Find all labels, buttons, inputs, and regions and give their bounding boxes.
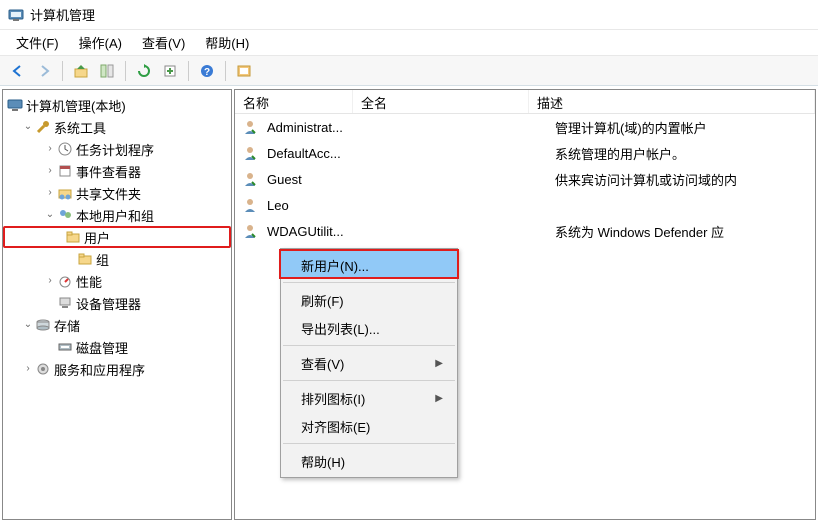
list-header: 名称 全名 描述: [235, 90, 815, 114]
user-icon: [241, 144, 259, 162]
context-help[interactable]: 帮助(H): [281, 447, 457, 475]
tree-services-apps[interactable]: › 服务和应用程序: [3, 358, 231, 380]
context-new-user[interactable]: 新用户(N)...: [281, 251, 457, 279]
context-separator: [283, 345, 455, 346]
tree-device-manager[interactable]: 设备管理器: [3, 292, 231, 314]
context-refresh[interactable]: 刷新(F): [281, 286, 457, 314]
column-name[interactable]: 名称: [235, 90, 353, 113]
disk-icon: [57, 339, 73, 355]
tree-pane[interactable]: 计算机管理(本地) ⌄ 系统工具 › 任务计划程序 › 事件查看器: [2, 89, 232, 520]
event-icon: [57, 163, 73, 179]
context-separator: [283, 443, 455, 444]
context-view[interactable]: 查看(V) ▶: [281, 349, 457, 377]
tree-performance[interactable]: › 性能: [3, 270, 231, 292]
toolbar-separator: [125, 61, 126, 81]
context-export-list[interactable]: 导出列表(L)...: [281, 314, 457, 342]
services-icon: [35, 361, 51, 377]
computer-icon: [7, 97, 23, 113]
list-row[interactable]: Administrat... 管理计算机(域)的内置帐户: [235, 114, 815, 140]
toolbar-separator: [225, 61, 226, 81]
list-pane[interactable]: 名称 全名 描述 Administrat... 管理计算机(域)的内置帐户 De…: [234, 89, 816, 520]
performance-icon: [57, 273, 73, 289]
tree-event-viewer[interactable]: › 事件查看器: [3, 160, 231, 182]
shared-folder-icon: [57, 185, 73, 201]
tools-icon: [35, 119, 51, 135]
tree-shared-folders[interactable]: › 共享文件夹: [3, 182, 231, 204]
toolbar-show-hide[interactable]: [95, 59, 119, 83]
list-row[interactable]: Guest 供来宾访问计算机或访问域的内: [235, 166, 815, 192]
submenu-arrow-icon: ▶: [435, 393, 443, 404]
window-title: 计算机管理: [30, 5, 95, 24]
toolbar-help[interactable]: ?: [195, 59, 219, 83]
storage-icon: [35, 317, 51, 333]
toolbar-separator: [188, 61, 189, 81]
tree-root[interactable]: 计算机管理(本地): [3, 94, 231, 116]
toolbar-preview[interactable]: [232, 59, 256, 83]
menu-file[interactable]: 文件(F): [6, 31, 69, 54]
tree-disk-management[interactable]: 磁盘管理: [3, 336, 231, 358]
menu-action[interactable]: 操作(A): [69, 31, 132, 54]
menu-help[interactable]: 帮助(H): [195, 31, 259, 54]
clock-icon: [57, 141, 73, 157]
list-row[interactable]: WDAGUtilit... 系统为 Windows Defender 应: [235, 218, 815, 244]
user-icon: [241, 118, 259, 136]
submenu-arrow-icon: ▶: [435, 358, 443, 369]
folder-icon: [77, 251, 93, 267]
toolbar-export[interactable]: [158, 59, 182, 83]
user-icon: [241, 170, 259, 188]
column-fullname[interactable]: 全名: [353, 90, 529, 113]
menu-view[interactable]: 查看(V): [132, 31, 195, 54]
collapse-icon[interactable]: ⌄: [43, 208, 57, 222]
titlebar: 计算机管理: [0, 0, 818, 30]
context-align-icons[interactable]: 对齐图标(E): [281, 412, 457, 440]
toolbar-refresh[interactable]: [132, 59, 156, 83]
expand-icon[interactable]: ›: [43, 142, 57, 156]
toolbar-separator: [62, 61, 63, 81]
menubar: 文件(F) 操作(A) 查看(V) 帮助(H): [0, 30, 818, 56]
list-rows: Administrat... 管理计算机(域)的内置帐户 DefaultAcc.…: [235, 114, 815, 244]
toolbar: ?: [0, 56, 818, 86]
tree-users[interactable]: 用户: [3, 226, 231, 248]
context-arrange-icons[interactable]: 排列图标(I) ▶: [281, 384, 457, 412]
user-icon: [241, 196, 259, 214]
toolbar-forward[interactable]: [32, 59, 56, 83]
list-row[interactable]: DefaultAcc... 系统管理的用户帐户。: [235, 140, 815, 166]
device-icon: [57, 295, 73, 311]
app-icon: [8, 7, 24, 23]
list-row[interactable]: Leo: [235, 192, 815, 218]
folder-icon: [65, 229, 81, 245]
toolbar-up[interactable]: [69, 59, 93, 83]
tree-task-scheduler[interactable]: › 任务计划程序: [3, 138, 231, 160]
expand-icon[interactable]: ›: [43, 186, 57, 200]
tree-system-tools[interactable]: ⌄ 系统工具: [3, 116, 231, 138]
svg-text:?: ?: [204, 67, 210, 78]
tree-storage[interactable]: ⌄ 存储: [3, 314, 231, 336]
collapse-icon[interactable]: ⌄: [21, 120, 35, 134]
tree-groups[interactable]: 组: [3, 248, 231, 270]
collapse-icon[interactable]: ⌄: [21, 318, 35, 332]
body: 计算机管理(本地) ⌄ 系统工具 › 任务计划程序 › 事件查看器: [0, 86, 818, 522]
context-separator: [283, 282, 455, 283]
expand-icon[interactable]: ›: [43, 164, 57, 178]
expand-icon[interactable]: ›: [43, 274, 57, 288]
context-separator: [283, 380, 455, 381]
column-description[interactable]: 描述: [529, 90, 815, 113]
expand-icon[interactable]: ›: [21, 362, 35, 376]
user-icon: [241, 222, 259, 240]
toolbar-back[interactable]: [6, 59, 30, 83]
context-menu: 新用户(N)... 刷新(F) 导出列表(L)... 查看(V) ▶ 排列图标(…: [280, 248, 458, 478]
tree-local-users-groups[interactable]: ⌄ 本地用户和组: [3, 204, 231, 226]
users-groups-icon: [57, 207, 73, 223]
